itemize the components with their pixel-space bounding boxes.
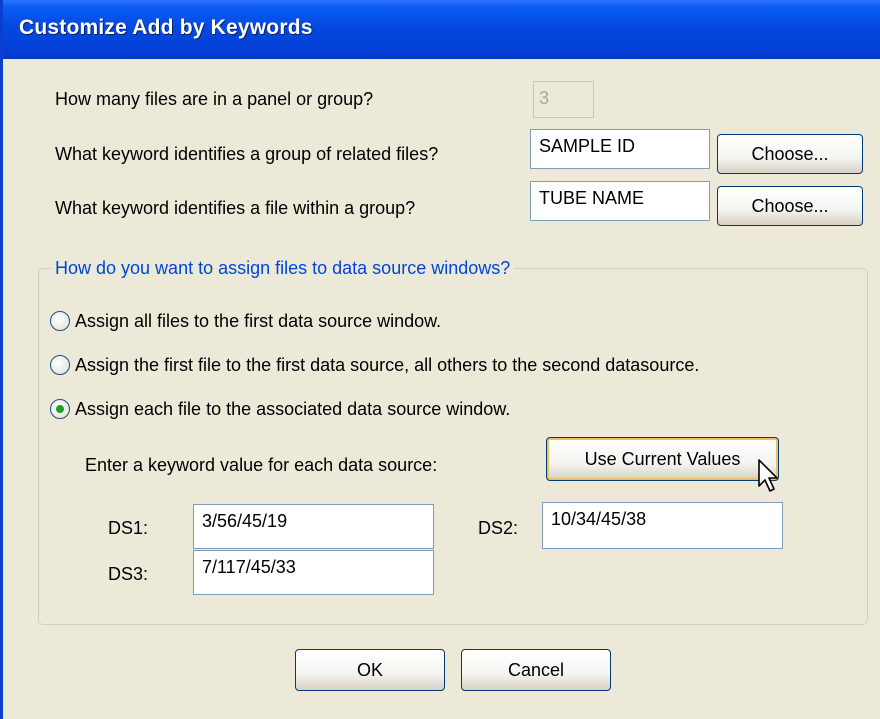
window-title: Customize Add by Keywords [19,16,313,39]
radio-assign-each-associated[interactable] [50,399,70,419]
enter-keyword-values-label: Enter a keyword value for each data sour… [85,455,438,475]
assign-group-title: How do you want to assign files to data … [51,258,515,279]
radio-assign-each-associated-label[interactable]: Assign each file to the associated data … [75,399,510,420]
radio-assign-first-second-label[interactable]: Assign the first file to the first data … [75,355,699,376]
ds1-label: DS1: [108,518,149,538]
ds1-field[interactable]: 3/56/45/19 [193,504,434,549]
files-per-group-label: How many files are in a panel or group? [55,89,374,109]
cancel-button[interactable]: Cancel [461,649,611,691]
file-keyword-field[interactable]: TUBE NAME [530,181,710,221]
mouse-pointer-icon [758,459,778,492]
choose-group-keyword-button[interactable]: Choose... [717,134,863,174]
ok-button[interactable]: OK [295,649,445,691]
files-per-group-field: 3 [533,81,594,118]
ds3-label: DS3: [108,564,149,584]
group-keyword-field[interactable]: SAMPLE ID [530,129,710,169]
ds2-label: DS2: [478,518,519,538]
radio-selected-dot [56,405,64,413]
ds2-field[interactable]: 10/34/45/38 [542,502,783,549]
title-bar[interactable]: Customize Add by Keywords [3,0,880,59]
ds3-field[interactable]: 7/117/45/33 [193,550,434,595]
choose-file-keyword-button[interactable]: Choose... [717,186,863,226]
file-keyword-label: What keyword identifies a file within a … [55,198,416,218]
use-current-values-button[interactable]: Use Current Values [546,437,779,481]
radio-assign-first-second[interactable] [50,355,70,375]
radio-assign-all-first[interactable] [50,311,70,331]
dialog-window: Customize Add by Keywords How many files… [0,0,880,719]
group-keyword-label: What keyword identifies a group of relat… [55,144,439,164]
radio-assign-all-first-label[interactable]: Assign all files to the first data sourc… [75,311,441,332]
